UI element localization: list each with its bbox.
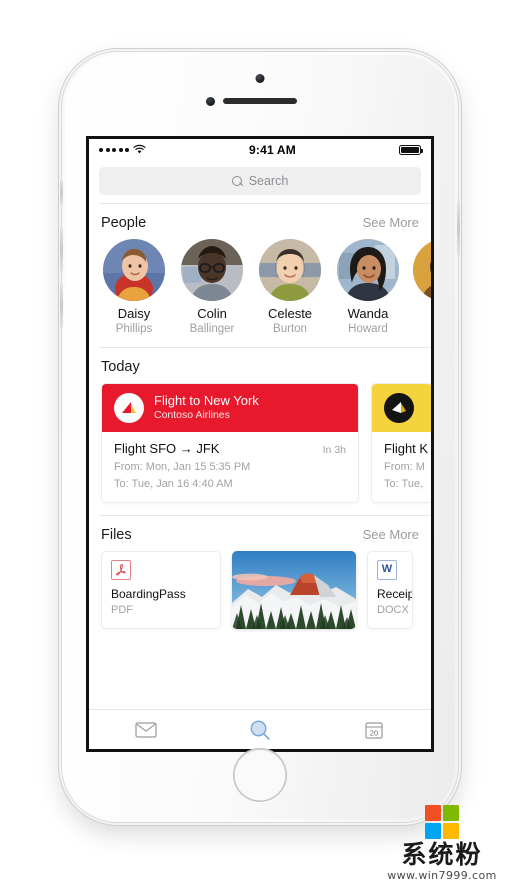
flight-card-route-row: Flight SFO → JFK In 3h bbox=[114, 441, 346, 456]
file-type: PDF bbox=[111, 604, 133, 617]
calendar-icon: 20 bbox=[365, 721, 383, 739]
person-first-name: Celeste bbox=[267, 306, 313, 321]
files-section-header: Files See More bbox=[89, 516, 431, 551]
file-name: Receipt bbox=[377, 586, 412, 601]
flight-card[interactable]: Flight K From: M To: Tue, bbox=[371, 382, 431, 503]
flight-route: Flight SFO → JFK bbox=[114, 440, 220, 456]
flight-depart-time: From: Mon, Jan 15 5:35 PM bbox=[114, 460, 251, 473]
today-cards-list[interactable]: Flight to New York Contoso Airlines Flig… bbox=[89, 382, 431, 515]
person-last-name: Ballinger bbox=[189, 322, 235, 335]
svg-text:20: 20 bbox=[370, 728, 378, 737]
power-button[interactable] bbox=[457, 202, 460, 256]
watermark-title: 系统粉 bbox=[401, 840, 483, 869]
pdf-icon bbox=[111, 559, 131, 580]
battery-full-icon bbox=[399, 145, 424, 155]
file-card[interactable]: W Receipt DOCX bbox=[367, 550, 413, 629]
screenshot-root: 9:41 AM Search People See More Daisy Phi… bbox=[0, 0, 520, 890]
list-item[interactable]: Daisy Phillips bbox=[101, 239, 167, 337]
today-section-header: Today bbox=[89, 348, 431, 383]
search-input[interactable]: Search bbox=[99, 167, 421, 195]
status-bar-right bbox=[399, 145, 424, 155]
signal-strength-icon bbox=[99, 148, 129, 152]
proximity-sensor-icon bbox=[206, 97, 215, 106]
earpiece-speaker bbox=[223, 98, 297, 104]
phone-frame: 9:41 AM Search People See More Daisy Phi… bbox=[60, 52, 460, 822]
watermark: 系统粉 www.win7999.com bbox=[374, 805, 510, 882]
avatar bbox=[181, 239, 243, 301]
tab-calendar[interactable]: 20 bbox=[317, 721, 431, 739]
watermark-url: www.win7999.com bbox=[387, 869, 497, 882]
list-item[interactable] bbox=[413, 239, 431, 337]
flight-arrive-time: To: Tue, Jan 16 4:40 AM bbox=[114, 477, 233, 490]
files-list[interactable]: BoardingPass PDF W Recei DOCX bbox=[89, 550, 431, 641]
tab-bar[interactable]: 20 bbox=[89, 709, 431, 749]
person-first-name: Wanda bbox=[347, 306, 389, 321]
contoso-airlines-logo bbox=[114, 392, 144, 423]
flight-card-route-row: Flight K bbox=[384, 441, 428, 456]
flight-card-body: Flight SFO → JFK In 3h From: Mon, Jan 15… bbox=[102, 432, 358, 502]
person-first-name: Daisy bbox=[117, 306, 151, 321]
status-bar-time: 9:41 AM bbox=[249, 143, 296, 157]
silent-switch[interactable] bbox=[60, 180, 63, 206]
search-icon bbox=[250, 720, 270, 740]
front-camera-icon bbox=[255, 74, 265, 83]
microsoft-logo-icon bbox=[425, 805, 459, 839]
avatar bbox=[337, 239, 399, 301]
flight-route: Flight K bbox=[384, 440, 429, 456]
content-scroll-area[interactable]: People See More Daisy Phillips Colin Bal… bbox=[89, 204, 431, 709]
word-icon: W bbox=[377, 559, 397, 580]
people-section-title: People bbox=[101, 215, 147, 231]
list-item[interactable]: Celeste Burton bbox=[257, 239, 323, 337]
search-placeholder: Search bbox=[248, 174, 289, 188]
people-section-header: People See More bbox=[89, 204, 431, 239]
file-name: BoardingPass bbox=[111, 586, 186, 601]
flight-card-header bbox=[372, 383, 431, 432]
today-section-title: Today bbox=[101, 358, 140, 375]
volume-down-button[interactable] bbox=[60, 284, 63, 328]
avatar bbox=[413, 239, 431, 301]
flight-arrive-time: To: Tue, bbox=[384, 477, 424, 490]
people-list[interactable]: Daisy Phillips Colin Ballinger Celeste B… bbox=[89, 239, 431, 347]
list-item[interactable]: Colin Ballinger bbox=[179, 239, 245, 337]
flight-card-airline: Contoso Airlines bbox=[154, 409, 230, 422]
phone-screen: 9:41 AM Search People See More Daisy Phi… bbox=[86, 136, 434, 752]
files-see-more-link[interactable]: See More bbox=[363, 527, 419, 542]
status-bar: 9:41 AM bbox=[89, 139, 431, 161]
flight-card-title: Flight to New York bbox=[154, 392, 259, 408]
person-last-name: Burton bbox=[273, 322, 307, 335]
fabrikam-airlines-logo bbox=[384, 392, 414, 423]
file-type: DOCX bbox=[377, 604, 409, 617]
person-last-name: Howard bbox=[348, 322, 388, 335]
mail-icon bbox=[135, 721, 157, 738]
avatar bbox=[259, 239, 321, 301]
person-first-name: Colin bbox=[197, 306, 227, 321]
search-icon bbox=[231, 175, 243, 187]
flight-card-body: Flight K From: M To: Tue, bbox=[372, 432, 431, 502]
person-last-name: Phillips bbox=[115, 322, 153, 335]
tab-search[interactable] bbox=[203, 719, 317, 741]
volume-up-button[interactable] bbox=[60, 228, 63, 272]
flight-eta: In 3h bbox=[322, 443, 346, 456]
avatar bbox=[103, 239, 165, 301]
list-item[interactable]: Wanda Howard bbox=[335, 239, 401, 337]
tab-mail[interactable] bbox=[89, 721, 203, 738]
photo-thumbnail[interactable] bbox=[232, 550, 356, 629]
people-see-more-link[interactable]: See More bbox=[363, 215, 419, 230]
status-bar-left bbox=[99, 144, 146, 157]
flight-depart-time: From: M bbox=[384, 460, 425, 473]
flight-card-header-text: Flight to New York Contoso Airlines bbox=[154, 393, 259, 423]
flight-card-header: Flight to New York Contoso Airlines bbox=[102, 383, 358, 432]
search-container: Search bbox=[89, 161, 431, 203]
flight-card[interactable]: Flight to New York Contoso Airlines Flig… bbox=[101, 382, 359, 503]
home-button[interactable] bbox=[233, 748, 287, 802]
file-card[interactable]: BoardingPass PDF bbox=[101, 550, 221, 629]
files-section-title: Files bbox=[101, 526, 132, 543]
wifi-icon bbox=[133, 144, 146, 157]
